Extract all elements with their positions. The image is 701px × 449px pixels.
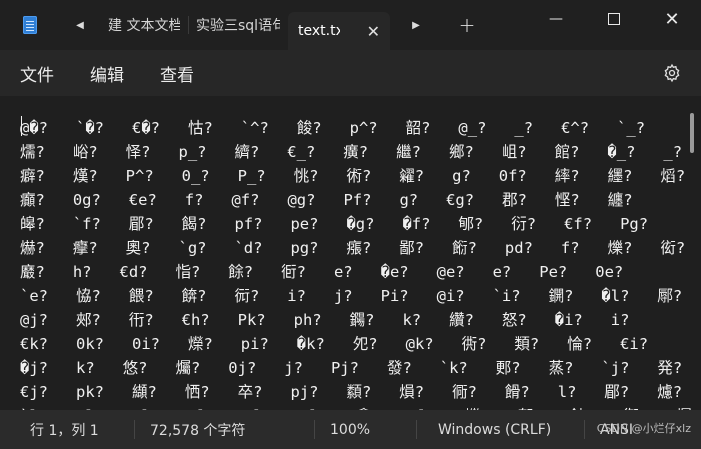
cursor-position: 行 1，列 1 bbox=[30, 422, 99, 439]
title-bar: ◀ 建 文本文档 实验三sql语句 text.txt ✕ ▶ + — ✕ bbox=[0, 0, 701, 50]
notepad-app-icon bbox=[0, 0, 60, 50]
editor-line: 爀? 癴? 奧? `g? `d? pg? 瘬? 鄙? 餰? pd? f? 爍? … bbox=[20, 239, 686, 257]
tab-scroll-right-icon[interactable]: ▶ bbox=[390, 0, 442, 50]
vertical-scrollbar[interactable] bbox=[690, 113, 694, 153]
editor-line: �j? k? 悠? 爥? 0j? j? Pj? 發? `k? 郠? 蒸? `j?… bbox=[20, 359, 683, 377]
menu-view[interactable]: 查看 bbox=[142, 57, 212, 89]
editor-line: @j? 郟? 衎? €h? Pk? ph? 鐊? k? 纘? 怒? �i? i? bbox=[20, 311, 630, 329]
settings-gear-icon[interactable] bbox=[661, 62, 683, 84]
text-editor[interactable]: @�? `�? €�? 怙? `^? 餕? p^? 韶? @_? _? €^? … bbox=[0, 96, 701, 410]
window-controls: — ✕ bbox=[527, 0, 701, 38]
text-caret bbox=[21, 116, 22, 136]
zoom-level[interactable]: 100% bbox=[314, 410, 416, 449]
watermark: CSDN @小烂仔xlz bbox=[596, 422, 691, 435]
tab-close-icon[interactable]: ✕ bbox=[367, 22, 380, 41]
editor-line: @�? `�? €�? 怙? `^? 餕? p^? 韶? @_? _? €^? … bbox=[20, 119, 646, 137]
character-count: 72,578 个字符 bbox=[134, 410, 314, 449]
tab-sql-statements[interactable]: 实验三sql语句 bbox=[188, 0, 288, 50]
editor-line: `e? 恊? 餵? 餴? 衏? i? j? Pi? @i? `i? 鐦? �l?… bbox=[20, 287, 683, 305]
editor-line: 黀? h? €d? 恉? 餘? 衐? e? �e? @e? e? Pe? 0e? bbox=[20, 263, 624, 281]
line-ending[interactable]: Windows (CRLF) bbox=[416, 410, 584, 449]
editor-content[interactable]: @�? `�? €�? 怙? `^? 餕? p^? 韶? @_? _? €^? … bbox=[20, 116, 701, 410]
menu-edit[interactable]: 编辑 bbox=[72, 57, 142, 89]
editor-line: 皞? `f? 郿? 餲? pf? pe? �g? �f? 郇? 衍? €f? P… bbox=[20, 215, 649, 233]
menu-bar: 文件 编辑 查看 bbox=[0, 50, 701, 96]
tab-label: 建 文本文档 bbox=[108, 18, 180, 34]
tab-text-txt[interactable]: text.txt ✕ bbox=[288, 12, 390, 50]
menu-file[interactable]: 文件 bbox=[0, 57, 72, 89]
minimize-button[interactable]: — bbox=[527, 0, 585, 38]
tab-scroll-left-icon[interactable]: ◀ bbox=[60, 0, 100, 50]
editor-line: 燸? 峪? 怿? p_? 纃? €_? 癀? 繼? 鄉? 岨? 館? �_? _… bbox=[20, 143, 683, 161]
new-tab-button[interactable]: + bbox=[442, 0, 492, 50]
close-window-button[interactable]: ✕ bbox=[643, 0, 701, 38]
editor-line: 癲? 0g? €e? f? @f? @g? Pf? g? €g? 郡? 悭? 纏… bbox=[20, 191, 633, 209]
editor-line: 癖? 熯? P^? 0_? P_? 恌? 術? 糴? g? 0f? 繂? 纆? … bbox=[20, 167, 686, 185]
tab-label: 实验三sql语句 bbox=[196, 18, 280, 34]
editor-line: €j? pk? 纈? 恓? 卒? pj? 纇? 熉? 衕? 餶? l? 郿? 爈… bbox=[20, 383, 683, 401]
tab-label: text.txt bbox=[298, 23, 340, 39]
maximize-icon bbox=[608, 13, 620, 25]
tab-text-document[interactable]: 建 文本文档 bbox=[100, 0, 188, 50]
editor-line: €k? 0k? 0i? 爃? pi? �k? 夗? @k? 衖? 類? 惀? €… bbox=[20, 335, 649, 353]
maximize-button[interactable] bbox=[585, 0, 643, 38]
